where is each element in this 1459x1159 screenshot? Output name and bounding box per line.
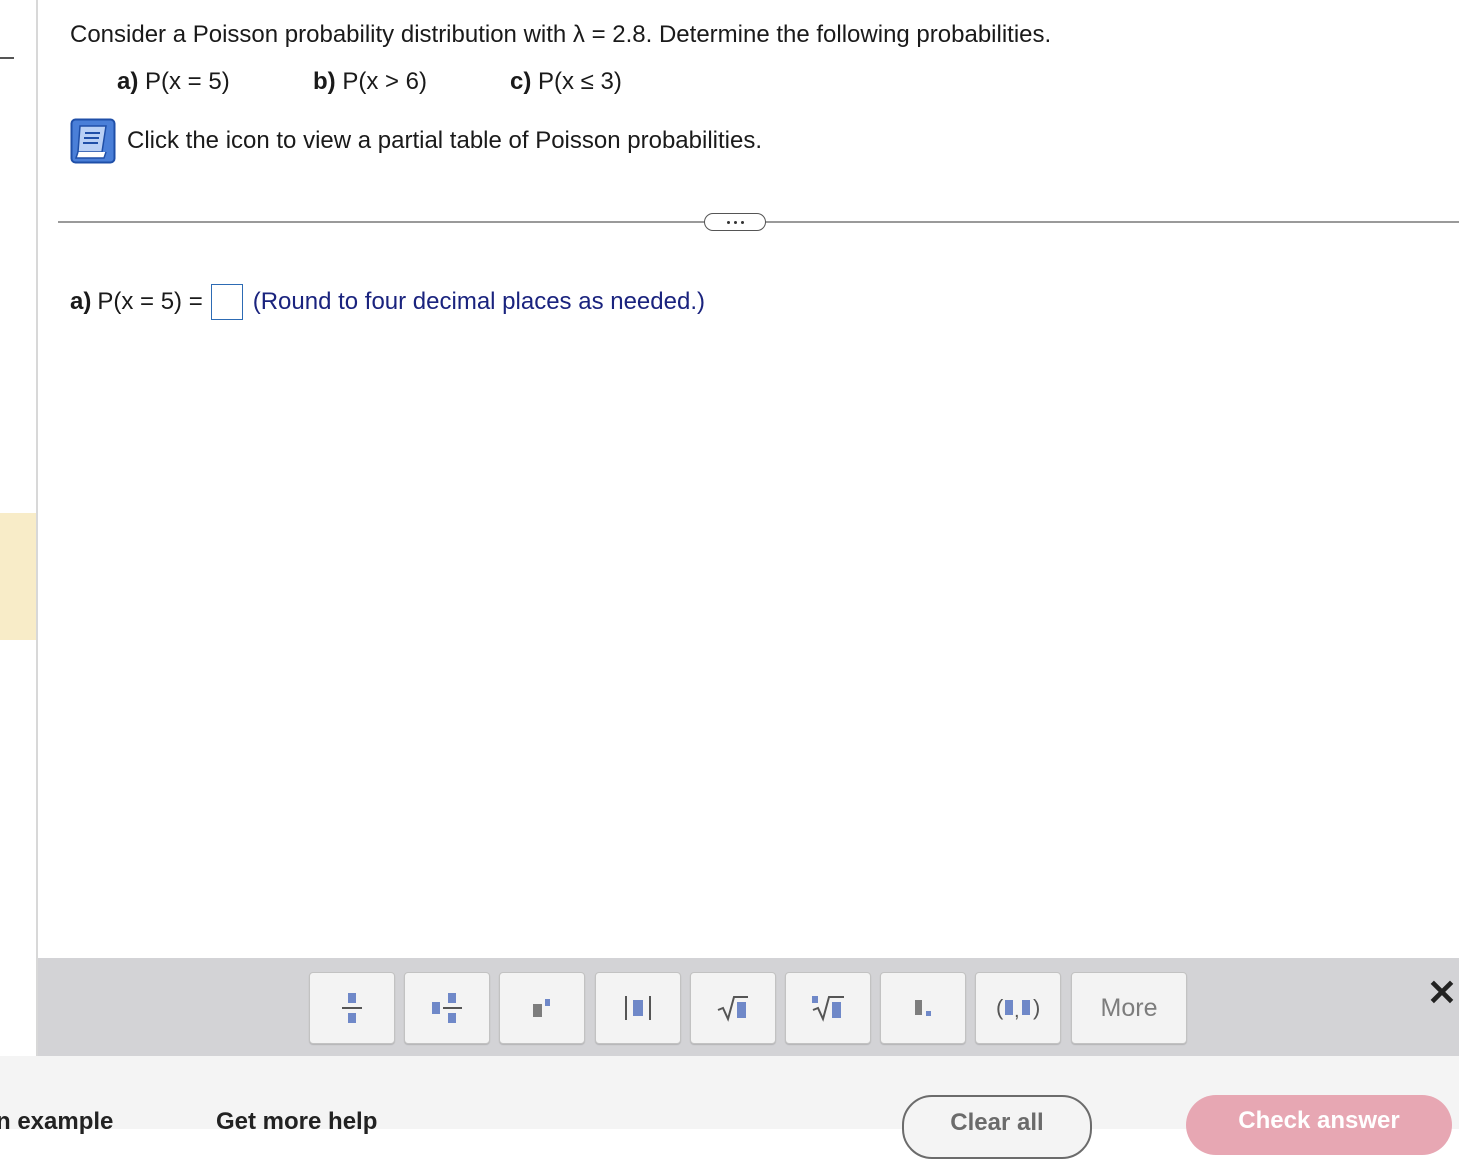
exponent-icon [533,999,550,1017]
book-icon[interactable] [70,118,116,164]
answer-expr: P(x = 5) = [97,288,203,315]
part-c: c) P(x ≤ 3) [510,68,622,96]
nth-root-icon [812,996,844,1022]
part-a: a) P(x = 5) [117,68,230,96]
ordered-pair-button[interactable]: ( , ) [975,972,1061,1044]
clear-all-button[interactable]: Clear all [902,1095,1092,1159]
square-root-icon [717,996,748,1022]
fraction-button[interactable] [309,972,395,1044]
view-example-link[interactable]: n example [0,1108,113,1136]
answer-input[interactable] [210,284,243,320]
close-toolbar-icon[interactable]: ✕ [1427,972,1457,1014]
expand-ellipsis-button[interactable] [704,213,766,231]
part-a-expr: P(x = 5) [145,68,230,95]
mixed-number-button[interactable] [404,972,490,1044]
get-more-help-link[interactable]: Get more help [216,1108,377,1136]
svg-text:(: ( [996,995,1004,1020]
part-b-expr: P(x > 6) [342,68,428,95]
absolute-value-button[interactable] [595,972,681,1044]
ellipsis-dot [733,220,737,224]
math-toolbar: ( , ) More ✕ [38,958,1459,1056]
mixed-number-icon [432,993,462,1023]
square-root-button[interactable] [690,972,776,1044]
left-highlight [0,513,36,640]
part-c-expr: P(x ≤ 3) [538,68,622,95]
answer-label: a) [70,288,92,315]
part-b-label: b) [313,68,336,95]
left-border [36,0,38,1058]
svg-text:): ) [1033,995,1040,1020]
absolute-value-icon [625,996,651,1020]
decimal-button[interactable] [880,972,966,1044]
svg-text:,: , [1014,1000,1020,1022]
nth-root-button[interactable] [785,972,871,1044]
more-tools-button[interactable]: More [1071,972,1187,1044]
ordered-pair-icon: ( , ) [996,995,1040,1022]
poisson-table-link: Click the icon to view a partial table o… [70,118,762,164]
exponent-button[interactable] [499,972,585,1044]
table-link-text: Click the icon to view a partial table o… [127,127,762,154]
question-text: Consider a Poisson probability distribut… [70,21,1052,48]
fraction-icon [342,993,362,1023]
ellipsis-dot [740,220,744,224]
answer-row: a) P(x = 5) = (Round to four decimal pla… [70,284,705,320]
check-answer-button[interactable]: Check answer [1186,1095,1452,1155]
left-tick-mark [0,57,14,59]
question-parts: a) P(x = 5) b) P(x > 6) c) P(x ≤ 3) [0,68,700,100]
rounding-hint: (Round to four decimal places as needed.… [252,288,705,315]
decimal-icon [915,1000,931,1016]
part-b: b) P(x > 6) [313,68,427,96]
part-c-label: c) [510,68,532,95]
part-a-label: a) [117,68,139,95]
ellipsis-dot [726,220,730,224]
